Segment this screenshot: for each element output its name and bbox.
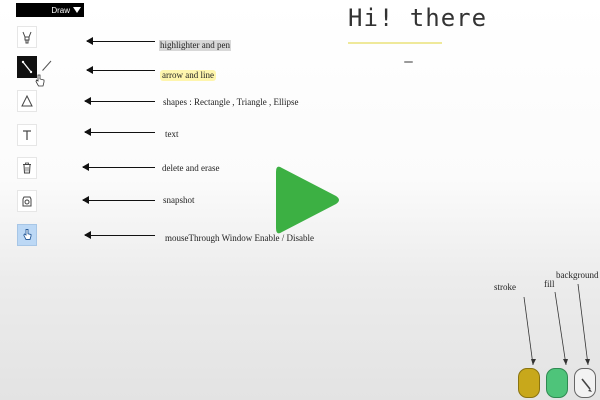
fill-color-swatch[interactable] [546, 368, 568, 398]
arrow-line-annotation: arrow and line [160, 70, 216, 81]
shapes-annotation: shapes : Rectangle , Triangle , Ellipse [163, 97, 299, 107]
stroke-color-swatch[interactable] [518, 368, 540, 398]
snapshot-pointer-arrow [82, 196, 155, 204]
highlighter-tool-button[interactable] [17, 26, 37, 48]
draw-menu-button[interactable]: Draw [16, 3, 84, 17]
arrow-line-pointer-arrow [86, 66, 155, 74]
delete-annotation: delete and erase [162, 163, 220, 173]
hand-cursor-icon [35, 74, 45, 87]
trash-icon [23, 162, 31, 174]
stroke-label: stroke [494, 282, 516, 292]
fill-label: fill [544, 279, 555, 289]
text-annotation: text [165, 129, 179, 139]
text-tool-button[interactable] [17, 124, 37, 146]
highlighter-icon [22, 31, 32, 44]
text-icon [23, 130, 31, 140]
canvas-greeting-text: Hi! there [348, 4, 488, 32]
shapes-pointer-arrow [84, 97, 155, 105]
mousethrough-tool-button[interactable] [17, 224, 37, 246]
pencil-icon [581, 378, 592, 392]
text-pointer-arrow [84, 128, 155, 136]
caret-down-icon [73, 7, 81, 13]
pen-icon[interactable] [40, 58, 54, 72]
play-icon[interactable] [272, 162, 342, 238]
highlighter-annotation: highlighter and pen [159, 40, 231, 51]
line-tool-button[interactable] [17, 56, 37, 78]
snapshot-tool-button[interactable] [17, 190, 37, 212]
shapes-tool-button[interactable] [17, 90, 37, 112]
camera-icon [22, 196, 32, 207]
hand-pointer-icon [23, 229, 32, 240]
draw-menu-label: Draw [51, 5, 70, 15]
triangle-icon [21, 94, 33, 107]
canvas-dash-mark [404, 61, 413, 63]
background-color-swatch[interactable] [574, 368, 596, 398]
snapshot-annotation: snapshot [163, 195, 195, 205]
greeting-underline [348, 42, 442, 44]
mousethrough-pointer-arrow [84, 231, 155, 239]
line-icon [21, 60, 33, 74]
background-label: background [556, 270, 599, 280]
delete-pointer-arrow [82, 163, 155, 171]
delete-tool-button[interactable] [17, 157, 37, 179]
highlighter-pointer-arrow [86, 37, 155, 45]
